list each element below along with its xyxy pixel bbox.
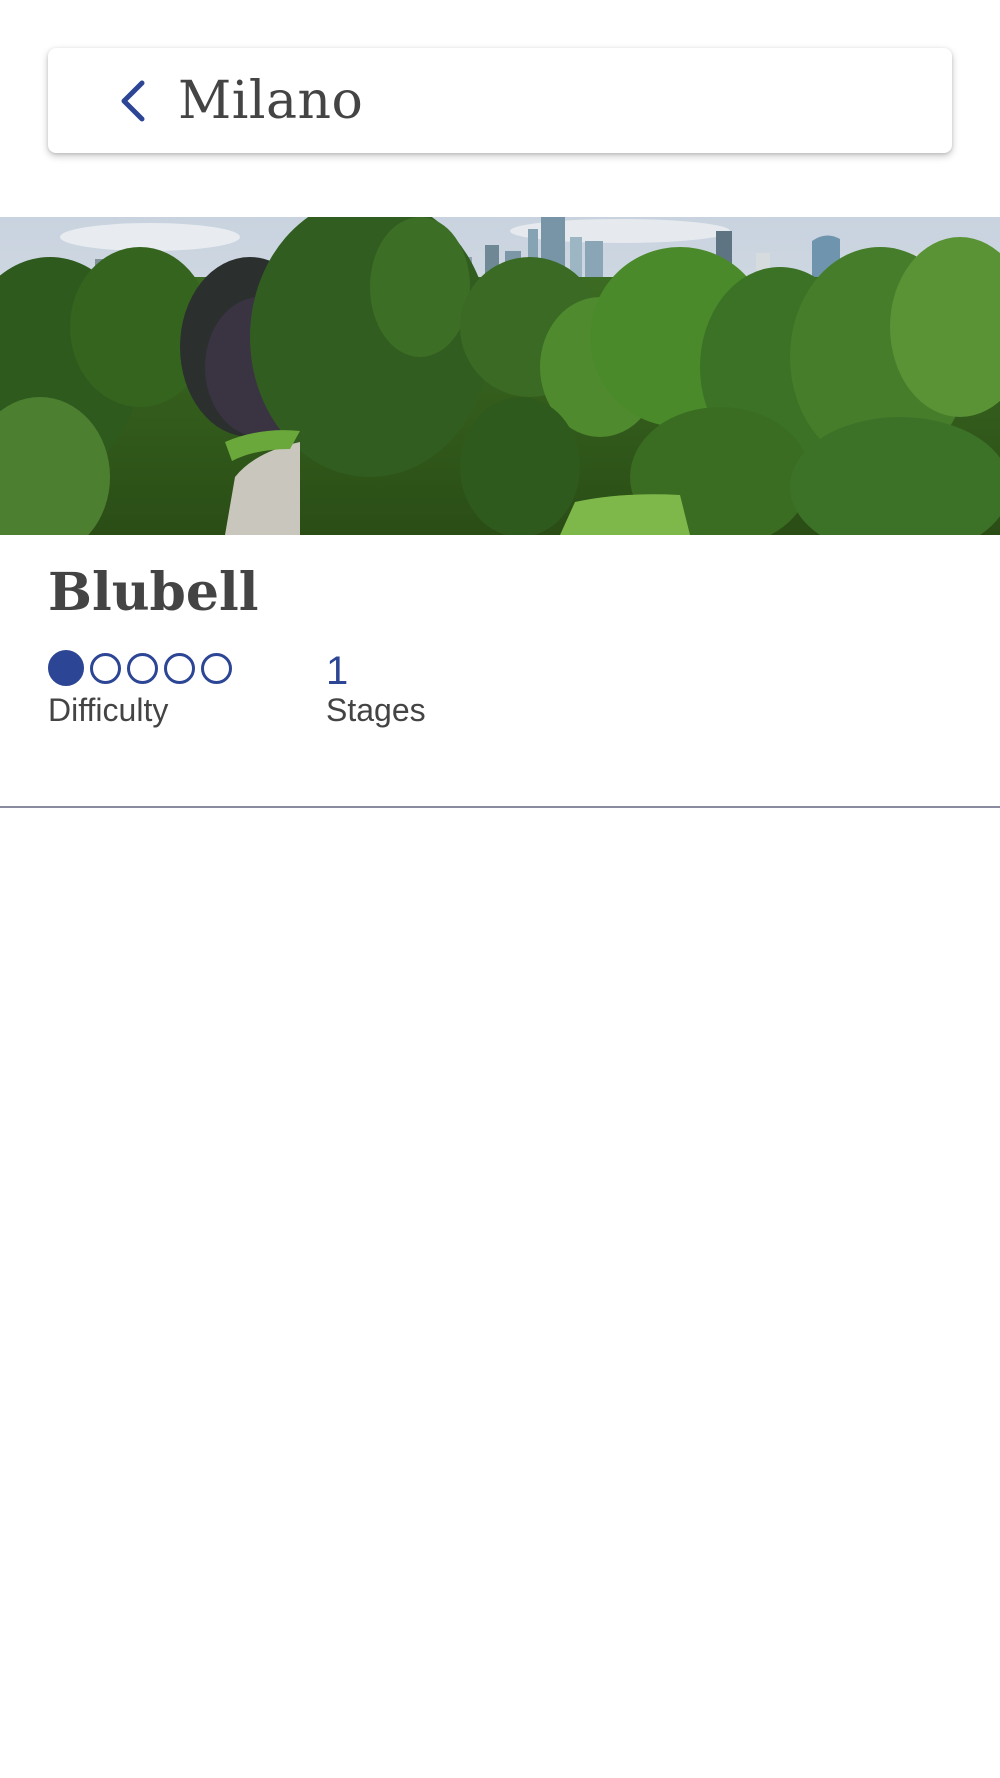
stages-label: Stages	[326, 692, 426, 728]
difficulty-dot-empty	[90, 652, 121, 684]
difficulty-dot-empty	[127, 652, 158, 684]
difficulty-stat: Difficulty	[48, 648, 232, 729]
stages-count: 1	[326, 649, 349, 693]
difficulty-dot-empty	[201, 652, 232, 684]
page-title: Milano	[178, 70, 364, 131]
stages-stat: 1 Stages	[326, 648, 426, 729]
header-bar: Milano	[48, 48, 952, 153]
difficulty-dot-empty	[164, 652, 195, 684]
difficulty-dot-filled	[48, 650, 84, 686]
chevron-left-icon	[121, 80, 145, 121]
route-detail-page: Milano Blubell Difficulty 1 Stages	[0, 0, 1000, 1778]
section-divider	[0, 806, 1000, 808]
hero-image	[0, 217, 1000, 535]
difficulty-label: Difficulty	[48, 692, 169, 728]
route-title: Blubell	[48, 562, 259, 623]
difficulty-rating	[48, 648, 232, 688]
